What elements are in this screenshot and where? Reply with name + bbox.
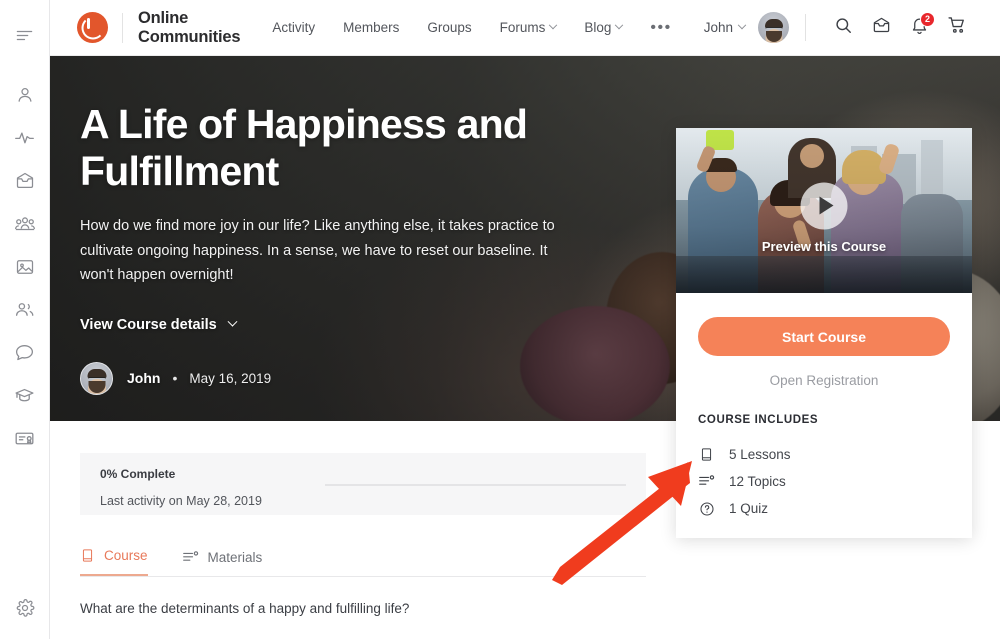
nav-label-activity: Activity [272, 20, 316, 35]
course-includes-list: 5 Lessons 12 Topics 1 Quiz [698, 441, 950, 522]
book-icon [80, 548, 95, 563]
forums-icon [14, 342, 35, 363]
nav-item-activity[interactable]: Activity [272, 20, 315, 35]
certificates-icon [14, 428, 35, 449]
tab-label: Course [104, 548, 148, 563]
list-item: 1 Quiz [698, 495, 950, 522]
course-description: How do we find more joy in our life? Lik… [80, 218, 555, 284]
nav-item-blog[interactable]: Blog [584, 20, 624, 35]
author-separator: • [172, 370, 178, 387]
sidebar-item-media[interactable] [0, 245, 50, 288]
sidebar-item-courses[interactable] [0, 374, 50, 417]
registration-status: Open Registration [769, 373, 879, 388]
sidebar-item-settings[interactable] [0, 586, 50, 629]
author-avatar[interactable] [80, 361, 113, 395]
header-actions: John 2 [704, 9, 1000, 47]
chevron-down-icon [549, 20, 558, 29]
user-name-label: John [703, 20, 733, 35]
last-activity-label: Last activity on May 28, 2019 [100, 494, 262, 508]
media-icon [15, 257, 35, 277]
main-nav: Activity Members Groups Forums Blog ••• [272, 20, 671, 35]
tab-materials[interactable]: Materials [182, 550, 263, 576]
includes-label: 5 Lessons [729, 447, 791, 462]
list-item: 5 Lessons [698, 441, 950, 468]
messages-icon [15, 171, 35, 191]
tab-course[interactable]: Course [80, 548, 148, 576]
friends-icon [14, 299, 35, 320]
view-course-details-toggle[interactable]: View Course details [80, 316, 238, 333]
sidebar-item-certificates[interactable] [0, 417, 50, 460]
sidebar-item-activity[interactable] [0, 116, 50, 159]
topics-list-icon [182, 550, 199, 565]
cart-icon [947, 15, 967, 40]
sidebar-item-profile[interactable] [0, 73, 50, 116]
nav-label-forums: Forums [499, 20, 546, 35]
profile-icon [15, 85, 35, 105]
progress-percent-label: 0% Complete [100, 467, 176, 481]
nav-label-members: Members [343, 20, 400, 35]
brand-name: Online Communities [138, 9, 241, 46]
groups-icon [14, 213, 36, 235]
list-item: 12 Topics [698, 468, 950, 495]
inbox-icon [872, 16, 891, 40]
nav-label-groups: Groups [427, 20, 472, 35]
chevron-down-icon [737, 20, 747, 29]
progress-panel: 0% Complete Last activity on May 28, 201… [80, 453, 646, 515]
nav-item-forums[interactable]: Forums [499, 20, 558, 35]
progress-bar [325, 484, 626, 486]
sidebar-item-messages[interactable] [0, 159, 50, 202]
chevron-down-icon [227, 316, 238, 327]
notification-badge: 2 [920, 11, 935, 27]
left-sidebar-rail [0, 0, 50, 639]
play-button[interactable] [800, 182, 848, 230]
preview-course-label: Preview this Course [761, 239, 887, 254]
course-card-body: Start Course Open Registration COURSE IN… [676, 293, 972, 544]
lesson-question: What are the determinants of a happy and… [80, 601, 410, 616]
start-course-button[interactable]: Start Course [698, 317, 950, 356]
buddyboss-logo-icon [77, 12, 108, 43]
header-divider [805, 14, 806, 41]
search-icon [834, 16, 853, 40]
author-name[interactable]: John [127, 370, 160, 386]
nav-item-members[interactable]: Members [343, 20, 399, 35]
app-root: Online Communities Activity Members Grou… [0, 0, 1000, 639]
content-tabs: Course Materials [80, 548, 646, 577]
brand-line-2: Communities [138, 27, 241, 46]
settings-icon [15, 598, 35, 618]
nav-more-button[interactable]: ••• [650, 20, 671, 35]
user-menu[interactable]: John [703, 20, 747, 35]
topics-list-icon [698, 474, 715, 489]
brand-logo[interactable]: Online Communities [50, 9, 241, 46]
book-icon [698, 447, 715, 462]
cart-button[interactable] [938, 9, 976, 47]
view-course-details-label: View Course details [80, 316, 217, 333]
play-icon [819, 196, 833, 215]
top-header: Online Communities Activity Members Grou… [50, 0, 1000, 56]
sidebar-item-friends[interactable] [0, 288, 50, 331]
tab-label: Materials [207, 550, 263, 565]
course-preview-video[interactable]: Preview this Course [676, 128, 972, 293]
avatar[interactable] [758, 12, 789, 43]
inbox-button[interactable] [862, 9, 900, 47]
nav-item-groups[interactable]: Groups [427, 20, 471, 35]
activity-icon [14, 127, 35, 148]
course-includes-heading: COURSE INCLUDES [698, 414, 819, 426]
sidebar-item-groups[interactable] [0, 202, 50, 245]
courses-icon [14, 385, 35, 406]
course-sidebar-card: Preview this Course Start Course Open Re… [676, 128, 972, 538]
logo-divider [122, 12, 123, 43]
chevron-down-icon [615, 20, 624, 29]
search-button[interactable] [824, 9, 862, 47]
course-date: May 16, 2019 [189, 370, 272, 386]
brand-line-1: Online [138, 9, 189, 28]
includes-label: 12 Topics [729, 474, 786, 489]
includes-label: 1 Quiz [729, 501, 769, 516]
question-circle-icon [698, 501, 715, 517]
menu-icon[interactable] [0, 14, 50, 57]
notifications-button[interactable]: 2 [900, 9, 938, 47]
page-title: A Life of Happiness and Fulfillment [80, 101, 528, 194]
sidebar-item-forums[interactable] [0, 331, 50, 374]
nav-label-blog: Blog [584, 20, 612, 35]
